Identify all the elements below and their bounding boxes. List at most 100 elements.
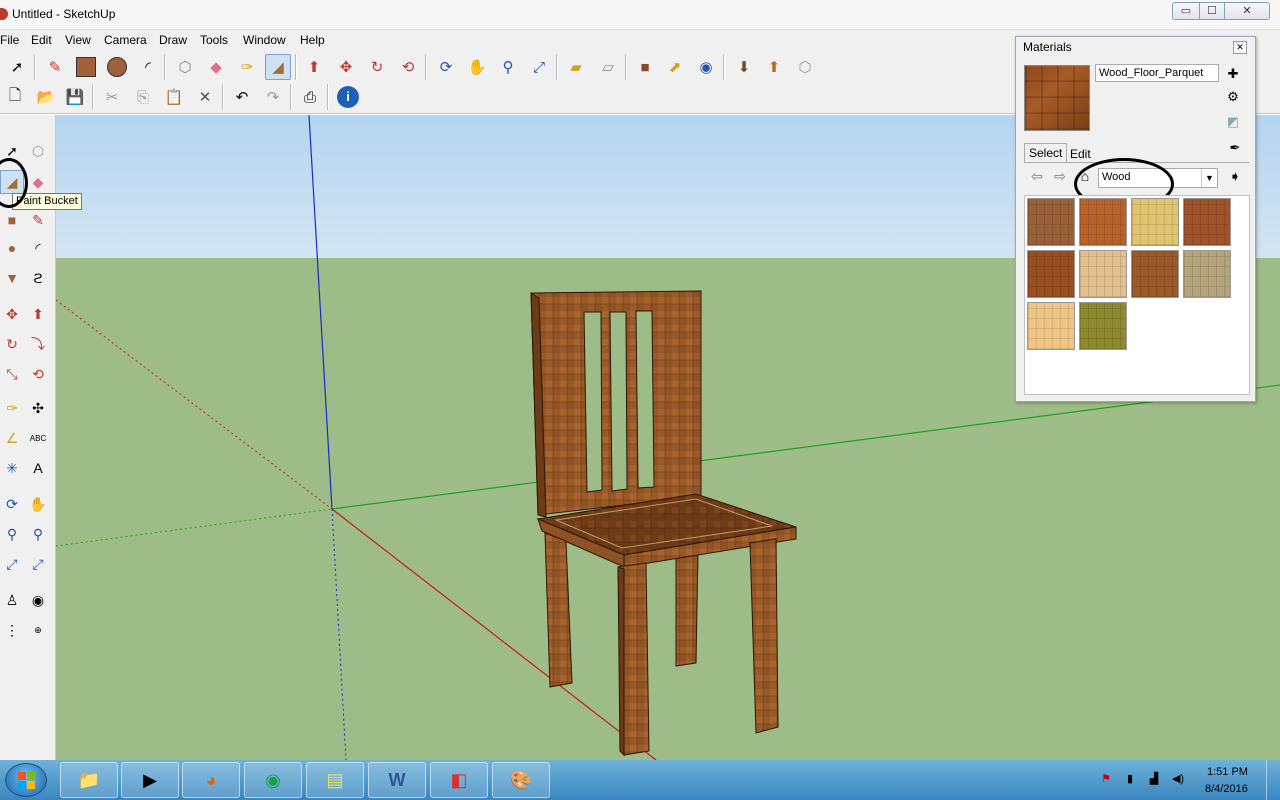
orbit-tool-icon[interactable]: ⟳ xyxy=(0,492,24,516)
zoom-extents-icon[interactable]: ⤢ xyxy=(526,54,552,80)
sketchup-app-icon[interactable] xyxy=(0,8,8,20)
previous-view-icon[interactable]: ⤢ xyxy=(0,552,24,576)
power-tray-icon[interactable]: ▮ xyxy=(1122,772,1138,788)
tape-measure-icon[interactable]: ✑ xyxy=(234,54,260,80)
make-component-icon[interactable]: ⬡ xyxy=(172,54,198,80)
clock-date[interactable]: 8/4/2016 xyxy=(1205,783,1248,795)
undo-icon[interactable]: ↶ xyxy=(229,84,255,110)
model-info-icon[interactable]: i xyxy=(335,84,361,110)
offset-tool-icon[interactable]: ⟲ xyxy=(26,362,50,386)
material-swatch[interactable] xyxy=(1027,302,1075,350)
arc-tool-icon[interactable]: ◜ xyxy=(135,54,161,80)
material-preview-swatch[interactable] xyxy=(1024,65,1090,131)
make-component-icon[interactable]: ⬡ xyxy=(26,139,50,163)
get-models-icon[interactable]: ⬇ xyxy=(731,54,757,80)
create-material-icon[interactable]: ✚ xyxy=(1224,65,1242,83)
volume-tray-icon[interactable]: ◀) xyxy=(1170,772,1186,788)
dimension-tool-icon[interactable]: ✣ xyxy=(26,396,50,420)
material-swatch[interactable] xyxy=(1079,198,1127,246)
paint-bucket-icon[interactable]: ◢ xyxy=(265,54,291,80)
section-plane-icon[interactable]: ⊕ xyxy=(26,618,50,642)
pencil-tool-icon[interactable]: ✎ xyxy=(42,54,68,80)
zoom-tool-icon[interactable]: ⚲ xyxy=(0,522,24,546)
3d-text-icon[interactable]: A xyxy=(26,456,50,480)
material-swatch[interactable] xyxy=(1027,198,1075,246)
rotate-tool-icon[interactable]: ↻ xyxy=(364,54,390,80)
chair-model[interactable] xyxy=(530,290,797,757)
menu-draw[interactable]: Draw xyxy=(159,33,187,47)
tab-select[interactable]: Select xyxy=(1024,143,1068,163)
rectangle-tool-icon[interactable]: ■ xyxy=(0,208,24,232)
share-model-icon[interactable]: ⬈ xyxy=(662,54,688,80)
rectangle-tool-icon[interactable] xyxy=(73,54,99,80)
paint-taskbar-icon[interactable]: 🎨 xyxy=(492,762,550,798)
circle-tool-icon[interactable]: ● xyxy=(0,236,24,260)
toggle-terrain-icon[interactable]: ▱ xyxy=(595,54,621,80)
close-button[interactable]: ✕ xyxy=(1224,2,1270,20)
flag-tray-icon[interactable]: ⚑ xyxy=(1098,772,1114,788)
cut-icon[interactable]: ✂ xyxy=(99,84,125,110)
menu-help[interactable]: Help xyxy=(300,33,325,47)
forward-arrow-icon[interactable]: ⇨ xyxy=(1051,167,1069,185)
share-component-icon[interactable]: ⬡ xyxy=(792,54,818,80)
display-secondary-pane-icon[interactable]: ⚙ xyxy=(1224,88,1242,106)
print-icon[interactable]: ⎙ xyxy=(297,84,323,110)
pan-tool-icon[interactable]: ✋ xyxy=(464,54,490,80)
copy-icon[interactable]: ⎘ xyxy=(130,84,156,110)
3d-warehouse-icon[interactable]: ■ xyxy=(632,54,658,80)
eraser-tool-icon[interactable]: ◆ xyxy=(203,54,229,80)
upload-models-icon[interactable]: ⬆ xyxy=(761,54,787,80)
tape-measure-icon[interactable]: ✑ xyxy=(0,396,24,420)
show-desktop-button[interactable] xyxy=(1266,760,1280,800)
push-pull-icon[interactable]: ⬆ xyxy=(26,302,50,326)
axes-tool-icon[interactable]: ✳ xyxy=(0,456,24,480)
eraser-tool-icon[interactable]: ◆ xyxy=(26,170,50,194)
materials-close-button[interactable]: ✕ xyxy=(1233,41,1247,54)
menu-camera[interactable]: Camera xyxy=(104,33,147,47)
sketchup-taskbar-icon[interactable]: ◧ xyxy=(430,762,488,798)
offset-tool-icon[interactable]: ⟲ xyxy=(395,54,421,80)
menu-view[interactable]: View xyxy=(65,33,91,47)
zoom-tool-icon[interactable]: ⚲ xyxy=(495,54,521,80)
rotate-tool-icon[interactable]: ↻ xyxy=(0,332,24,356)
position-camera-icon[interactable]: ♙ xyxy=(0,588,24,612)
walk-tool-icon[interactable]: ⋮ xyxy=(0,618,24,642)
material-swatch[interactable] xyxy=(1131,198,1179,246)
zoom-window-icon[interactable]: ⚲ xyxy=(26,522,50,546)
move-tool-icon[interactable]: ✥ xyxy=(333,54,359,80)
explorer-taskbar-icon[interactable]: 📁 xyxy=(60,762,118,798)
select-tool-icon[interactable]: ➚ xyxy=(4,54,30,80)
menu-file[interactable]: File xyxy=(0,33,19,47)
paste-icon[interactable]: 📋 xyxy=(161,84,187,110)
media-player-taskbar-icon[interactable]: ▶ xyxy=(121,762,179,798)
material-swatch[interactable] xyxy=(1079,250,1127,298)
sticky-notes-taskbar-icon[interactable]: ▤ xyxy=(306,762,364,798)
network-tray-icon[interactable]: ▟ xyxy=(1146,772,1162,788)
menu-tools[interactable]: Tools xyxy=(200,33,228,47)
menu-edit[interactable]: Edit xyxy=(31,33,52,47)
menu-window[interactable]: Window xyxy=(243,33,286,47)
zoom-extents-icon[interactable]: ⤢ xyxy=(26,552,50,576)
clock-time[interactable]: 1:51 PM xyxy=(1207,766,1248,778)
pencil-tool-icon[interactable]: ✎ xyxy=(26,208,50,232)
open-file-icon[interactable]: 📂 xyxy=(33,84,59,110)
scale-tool-icon[interactable]: ⤡ xyxy=(0,362,24,386)
add-location-icon[interactable]: ▰ xyxy=(563,54,589,80)
back-arrow-icon[interactable]: ⇦ xyxy=(1028,167,1046,185)
chrome-taskbar-icon[interactable]: ◉ xyxy=(244,762,302,798)
follow-me-icon[interactable]: ⤵ xyxy=(26,332,50,356)
start-button[interactable] xyxy=(5,763,47,797)
material-swatch[interactable] xyxy=(1027,250,1075,298)
text-tool-icon[interactable]: ABC xyxy=(26,426,50,450)
save-file-icon[interactable]: 💾 xyxy=(62,84,88,110)
default-material-icon[interactable]: ◩ xyxy=(1224,113,1242,131)
push-pull-icon[interactable]: ⬆ xyxy=(301,54,327,80)
minimize-button[interactable]: ▭ xyxy=(1172,2,1200,20)
pan-tool-icon[interactable]: ✋ xyxy=(26,492,50,516)
move-tool-icon[interactable]: ✥ xyxy=(0,302,24,326)
firefox-taskbar-icon[interactable]: ◕ xyxy=(182,762,240,798)
material-name-field[interactable]: Wood_Floor_Parquet xyxy=(1095,64,1219,82)
details-arrow-icon[interactable]: ➧ xyxy=(1226,167,1244,185)
circle-tool-icon[interactable] xyxy=(104,54,130,80)
delete-icon[interactable]: ✕ xyxy=(192,84,218,110)
